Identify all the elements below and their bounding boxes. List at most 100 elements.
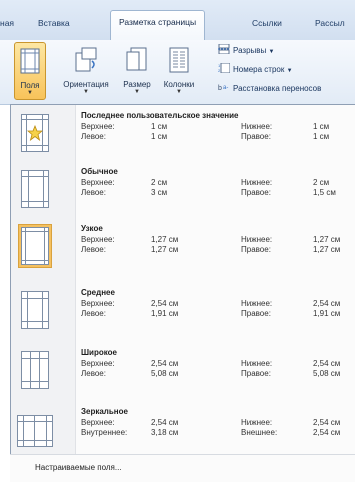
top-label: Верхнее: — [81, 122, 115, 131]
bottom-value: 1 см — [313, 122, 330, 131]
orientation-icon — [75, 47, 97, 72]
star-icon — [27, 125, 43, 141]
orientation-label: Ориентация — [63, 80, 109, 89]
svg-text:b: b — [218, 85, 222, 92]
left-label: Левое: — [81, 369, 106, 378]
margins-dropdown-menu: Последнее пользовательское значение Верх… — [10, 104, 355, 482]
right-label: Правое: — [241, 245, 271, 254]
breaks-button[interactable]: Разрывы ▼ — [218, 43, 274, 59]
margins-preview-icon — [21, 291, 49, 329]
chevron-down-icon: ▼ — [83, 89, 89, 95]
right-value: 1,91 см — [313, 309, 341, 318]
hyphenation-button[interactable]: b a- Расстановка переносов — [218, 81, 321, 97]
chevron-down-icon: ▼ — [268, 49, 275, 55]
tab-home[interactable]: ная — [0, 14, 14, 32]
page-breaks-icon — [218, 43, 230, 55]
right-value: 1,5 см — [313, 188, 336, 197]
bottom-label: Нижнее: — [241, 359, 273, 368]
right-value: 1 см — [313, 132, 330, 141]
right-value: 1,27 см — [313, 245, 341, 254]
right-label: Правое: — [241, 188, 271, 197]
line-numbers-label: Номера строк — [233, 65, 285, 74]
right-label: Правое: — [241, 369, 271, 378]
margins-preview-icon — [21, 170, 49, 208]
bottom-value: 2,54 см — [313, 359, 341, 368]
outside-label: Внешнее: — [241, 428, 278, 437]
top-label: Верхнее: — [81, 178, 115, 187]
bottom-label: Нижнее: — [241, 122, 273, 131]
right-label: Правое: — [241, 132, 271, 141]
tab-references[interactable]: Ссылки — [252, 14, 282, 32]
outside-value: 2,54 см — [313, 428, 341, 437]
custom-margins-label: Настраиваемые поля... — [35, 463, 122, 472]
page-size-icon — [126, 47, 147, 71]
line-numbers-icon: 12 — [218, 62, 231, 74]
margins-option-wide[interactable]: Широкое Верхнее: 2,54 см Нижнее: 2,54 см… — [11, 348, 355, 406]
left-value: 1 см — [151, 132, 168, 141]
option-title: Среднее — [81, 288, 115, 297]
tab-page-layout[interactable]: Разметка страницы — [110, 10, 206, 41]
left-label: Левое: — [81, 245, 106, 254]
margins-preview-right-page-icon — [34, 415, 53, 447]
inside-label: Внутреннее: — [81, 428, 128, 437]
svg-text:a-: a- — [223, 85, 228, 91]
bottom-label: Нижнее: — [241, 178, 273, 187]
option-title: Последнее пользовательское значение — [81, 111, 239, 120]
tab-mailings[interactable]: Рассыл — [315, 14, 345, 32]
hyphenation-icon: b a- — [218, 82, 230, 92]
chevron-down-icon: ▼ — [134, 89, 140, 95]
right-value: 5,08 см — [313, 369, 341, 378]
ribbon-page-setup: Поля ▼ Ориентация ▼ Размер ▼ Колонки ▼ Р… — [0, 40, 355, 105]
left-label: Левое: — [81, 132, 106, 141]
bottom-label: Нижнее: — [241, 418, 273, 427]
bottom-value: 2 см — [313, 178, 330, 187]
margins-option-normal[interactable]: Обычное Верхнее: 2 см Нижнее: 2 см Левое… — [11, 167, 355, 225]
breaks-label: Разрывы — [233, 46, 267, 55]
chevron-down-icon: ▼ — [286, 68, 293, 74]
option-title: Широкое — [81, 348, 117, 357]
top-value: 2,54 см — [151, 359, 179, 368]
margins-icon — [20, 48, 40, 74]
chevron-down-icon: ▼ — [27, 90, 33, 96]
left-label: Левое: — [81, 188, 106, 197]
bottom-label: Нижнее: — [241, 235, 273, 244]
columns-button[interactable]: Колонки ▼ — [156, 42, 202, 98]
top-label: Верхнее: — [81, 359, 115, 368]
size-button[interactable]: Размер ▼ — [120, 42, 154, 98]
chevron-down-icon: ▼ — [176, 89, 182, 95]
top-value: 2 см — [151, 178, 168, 187]
ribbon-tab-strip: ная Вставка Разметка страницы Ссылки Рас… — [0, 0, 355, 41]
orientation-button[interactable]: Ориентация ▼ — [56, 42, 116, 98]
left-value: 5,08 см — [151, 369, 179, 378]
top-value: 2,54 см — [151, 299, 179, 308]
margins-option-narrow[interactable]: Узкое Верхнее: 1,27 см Нижнее: 1,27 см Л… — [11, 224, 355, 282]
inside-value: 3,18 см — [151, 428, 179, 437]
margins-preview-icon — [21, 114, 49, 152]
tab-insert[interactable]: Вставка — [38, 14, 70, 32]
margins-preview-icon — [21, 351, 49, 389]
custom-margins-menu-item[interactable]: Настраиваемые поля... — [10, 454, 355, 482]
margins-option-last-custom[interactable]: Последнее пользовательское значение Верх… — [11, 111, 355, 169]
top-label: Верхнее: — [81, 235, 115, 244]
line-numbers-button[interactable]: 12 Номера строк ▼ — [218, 62, 293, 78]
option-title: Узкое — [81, 224, 103, 233]
top-value: 2,54 см — [151, 418, 179, 427]
margins-preview-icon — [21, 227, 49, 265]
top-value: 1,27 см — [151, 235, 179, 244]
left-value: 3 см — [151, 188, 168, 197]
top-label: Верхнее: — [81, 418, 115, 427]
left-value: 1,27 см — [151, 245, 179, 254]
left-label: Левое: — [81, 309, 106, 318]
margins-button[interactable]: Поля ▼ — [14, 42, 46, 100]
bottom-value: 2,54 см — [313, 418, 341, 427]
columns-label: Колонки — [163, 80, 195, 89]
hyphenation-label: Расстановка переносов — [233, 84, 322, 93]
size-label: Размер — [123, 80, 151, 89]
margins-label: Поля — [20, 81, 40, 90]
option-title: Зеркальное — [81, 407, 128, 416]
margins-option-moderate[interactable]: Среднее Верхнее: 2,54 см Нижнее: 2,54 см… — [11, 288, 355, 346]
top-label: Верхнее: — [81, 299, 115, 308]
bottom-label: Нижнее: — [241, 299, 273, 308]
left-value: 1,91 см — [151, 309, 179, 318]
bottom-value: 1,27 см — [313, 235, 341, 244]
